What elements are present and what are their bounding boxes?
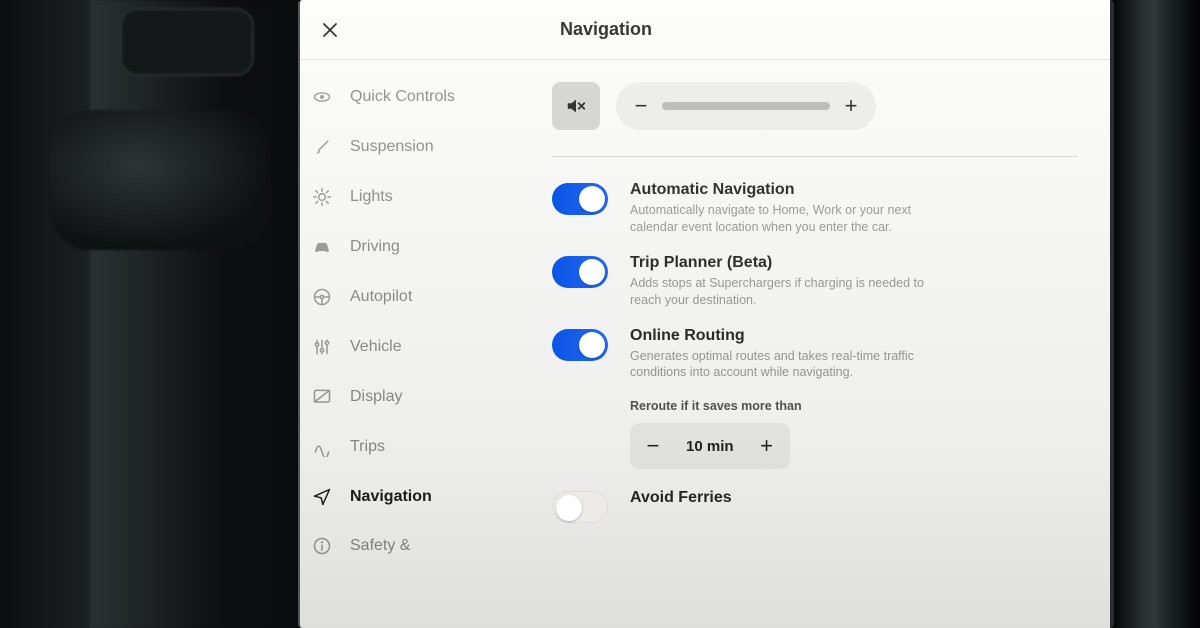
reroute-label: Reroute if it saves more than (630, 399, 1078, 413)
reroute-increase[interactable]: + (750, 429, 784, 463)
route-icon (310, 437, 334, 457)
settings-sidebar: Quick Controls Suspension Lights Driving (300, 60, 522, 628)
mute-button[interactable] (552, 82, 600, 130)
sidebar-item-label: Suspension (350, 138, 434, 156)
sidebar-item-suspension[interactable]: Suspension (310, 122, 506, 172)
display-icon (310, 387, 334, 407)
option-desc: Generates optimal routes and takes real-… (630, 348, 950, 382)
option-avoid-ferries: Avoid Ferries (552, 489, 1078, 523)
car-icon (310, 237, 334, 257)
sidebar-item-lights[interactable]: Lights (310, 172, 506, 222)
sidebar-item-driving[interactable]: Driving (310, 222, 506, 272)
reroute-stepper[interactable]: − 10 min + (630, 423, 790, 469)
toggle-online-routing[interactable] (552, 329, 608, 361)
reroute-decrease[interactable]: − (636, 429, 670, 463)
option-title: Automatic Navigation (630, 181, 950, 199)
navigation-icon (310, 487, 334, 507)
toggle-trip-planner[interactable] (552, 256, 608, 288)
quick-controls-icon (310, 87, 334, 107)
photo-frame: Navigation Quick Controls Suspension Lig… (0, 0, 1200, 628)
divider (552, 156, 1078, 157)
speaker-muted-icon (565, 95, 587, 117)
dashboard-bezel-left (90, 0, 300, 628)
lights-icon (310, 187, 334, 207)
steering-wheel-icon (310, 287, 334, 307)
volume-slider[interactable]: − + (616, 82, 876, 130)
sidebar-item-label: Navigation (350, 488, 432, 506)
sidebar-item-label: Autopilot (350, 288, 412, 306)
page-title: Navigation (560, 19, 652, 40)
option-title: Avoid Ferries (630, 489, 950, 507)
sliders-icon (310, 337, 334, 357)
close-icon (321, 21, 339, 39)
sidebar-item-label: Lights (350, 188, 393, 206)
volume-increase[interactable]: + (842, 93, 860, 119)
option-desc: Automatically navigate to Home, Work or … (630, 202, 950, 236)
touchscreen: Navigation Quick Controls Suspension Lig… (298, 0, 1114, 628)
suspension-icon (310, 137, 334, 157)
sidebar-item-navigation[interactable]: Navigation (310, 472, 506, 522)
option-trip-planner: Trip Planner (Beta) Adds stops at Superc… (552, 254, 1078, 309)
toggle-avoid-ferries[interactable] (552, 491, 608, 523)
option-online-routing: Online Routing Generates optimal routes … (552, 327, 1078, 382)
option-desc: Adds stops at Superchargers if charging … (630, 275, 950, 309)
sidebar-item-autopilot[interactable]: Autopilot (310, 272, 506, 322)
dashboard-bezel-right (1110, 0, 1200, 628)
sidebar-item-label: Driving (350, 238, 400, 256)
volume-control-row: − + (552, 82, 1078, 130)
volume-decrease[interactable]: − (632, 93, 650, 119)
settings-main-panel: − + Automatic Navigation Automatically n… (522, 60, 1110, 628)
sidebar-item-quick-controls[interactable]: Quick Controls (310, 72, 506, 122)
option-automatic-navigation: Automatic Navigation Automatically navig… (552, 181, 1078, 236)
sidebar-item-display[interactable]: Display (310, 372, 506, 422)
close-button[interactable] (300, 21, 360, 39)
sidebar-item-vehicle[interactable]: Vehicle (310, 322, 506, 372)
sidebar-item-safety[interactable]: Safety & (310, 522, 506, 570)
header-bar: Navigation (300, 0, 1110, 60)
sidebar-item-trips[interactable]: Trips (310, 422, 506, 472)
option-title: Online Routing (630, 327, 950, 345)
volume-track[interactable] (662, 102, 830, 110)
sidebar-item-label: Trips (350, 438, 385, 456)
info-icon (310, 536, 334, 556)
sidebar-item-label: Display (350, 388, 402, 406)
toggle-automatic-navigation[interactable] (552, 183, 608, 215)
sidebar-item-label: Safety & (350, 537, 410, 555)
sidebar-item-label: Quick Controls (350, 88, 455, 106)
reroute-value: 10 min (676, 438, 744, 455)
sidebar-item-label: Vehicle (350, 338, 402, 356)
option-title: Trip Planner (Beta) (630, 254, 950, 272)
